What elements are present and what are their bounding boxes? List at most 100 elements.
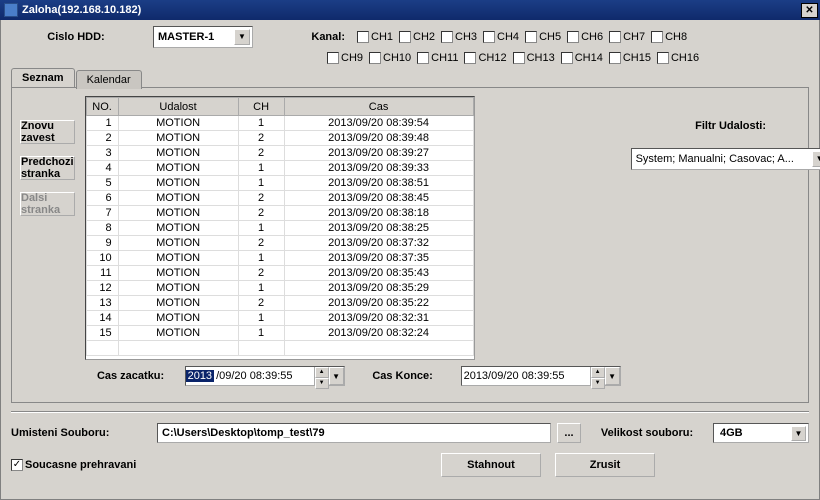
filter-select[interactable]: System; Manualni; Casovac; A... ▼: [631, 148, 820, 170]
cell-udalost: MOTION: [118, 326, 238, 341]
channel-ch9[interactable]: CH9: [327, 52, 363, 64]
checkbox-icon[interactable]: [609, 31, 621, 43]
file-size-select[interactable]: 4GB ▼: [713, 423, 809, 443]
cancel-button[interactable]: Zrusit: [555, 453, 655, 477]
tab-seznam[interactable]: Seznam: [11, 68, 75, 87]
tab-content: Znovu zavest Predchozi stranka Dalsi str…: [11, 87, 809, 403]
table-row[interactable]: 7MOTION22013/09/20 08:38:18: [86, 206, 473, 221]
event-table[interactable]: NO. Udalost CH Cas 1MOTION12013/09/20 08…: [85, 96, 475, 360]
channel-ch2[interactable]: CH2: [399, 31, 435, 43]
table-row[interactable]: 15MOTION12013/09/20 08:32:24: [86, 326, 473, 341]
start-time-input[interactable]: 2013 /09/20 08:39:55 ▲▼ ▼: [185, 366, 345, 386]
table-row[interactable]: 5MOTION12013/09/20 08:38:51: [86, 176, 473, 191]
chevron-down-icon[interactable]: ▼: [234, 29, 250, 45]
prev-page-button[interactable]: Predchozi stranka: [20, 156, 75, 180]
checkbox-icon[interactable]: [464, 52, 476, 64]
reload-button[interactable]: Znovu zavest: [20, 120, 75, 144]
checkbox-icon[interactable]: [327, 52, 339, 64]
hdd-select[interactable]: MASTER-1 ▼: [153, 26, 253, 48]
channel-ch15[interactable]: CH15: [609, 52, 651, 64]
channel-ch7[interactable]: CH7: [609, 31, 645, 43]
channel-ch6[interactable]: CH6: [567, 31, 603, 43]
channel-ch3[interactable]: CH3: [441, 31, 477, 43]
file-path-value: C:\Users\Desktop\tomp_test\79: [162, 427, 325, 439]
chevron-down-icon[interactable]: ▼: [329, 367, 344, 385]
channel-ch12[interactable]: CH12: [464, 52, 506, 64]
start-time-rest[interactable]: /09/20 08:39:55: [214, 370, 314, 382]
cell-no: 5: [86, 176, 118, 191]
cell-cas: 2013/09/20 08:39:33: [284, 161, 473, 176]
download-button[interactable]: Stahnout: [441, 453, 541, 477]
channel-ch13[interactable]: CH13: [513, 52, 555, 64]
file-location-row: Umisteni Souboru: C:\Users\Desktop\tomp_…: [11, 423, 809, 443]
channel-ch5[interactable]: CH5: [525, 31, 561, 43]
channel-ch4[interactable]: CH4: [483, 31, 519, 43]
cell-ch: 1: [238, 176, 284, 191]
end-time-spinner[interactable]: ▲▼: [590, 367, 605, 385]
end-time-input[interactable]: 2013/09/20 08:39:55 ▲▼ ▼: [461, 366, 621, 386]
col-ch[interactable]: CH: [238, 98, 284, 116]
close-button[interactable]: ✕: [801, 3, 818, 18]
col-cas[interactable]: Cas: [284, 98, 473, 116]
checkbox-icon[interactable]: [567, 31, 579, 43]
start-time-label: Cas zacatku:: [85, 370, 177, 382]
file-path-input[interactable]: C:\Users\Desktop\tomp_test\79: [157, 423, 551, 443]
window-body: Cislo HDD: MASTER-1 ▼ Kanal: CH1CH2CH3CH…: [0, 20, 820, 500]
browse-button[interactable]: ...: [557, 423, 581, 443]
checkbox-icon[interactable]: [651, 31, 663, 43]
channel-ch16[interactable]: CH16: [657, 52, 699, 64]
checkbox-icon[interactable]: [525, 31, 537, 43]
checkbox-icon[interactable]: [513, 52, 525, 64]
checkbox-icon[interactable]: [657, 52, 669, 64]
checkbox-icon[interactable]: [483, 31, 495, 43]
start-year-selected[interactable]: 2013: [186, 370, 214, 382]
filter-label: Filtr Udalosti:: [631, 120, 820, 132]
channel-ch14[interactable]: CH14: [561, 52, 603, 64]
checkbox-icon[interactable]: [441, 31, 453, 43]
table-row[interactable]: 13MOTION22013/09/20 08:35:22: [86, 296, 473, 311]
checkbox-icon[interactable]: [357, 31, 369, 43]
end-time-value[interactable]: 2013/09/20 08:39:55: [462, 370, 590, 382]
table-row[interactable]: 3MOTION22013/09/20 08:39:27: [86, 146, 473, 161]
table-row[interactable]: 6MOTION22013/09/20 08:38:45: [86, 191, 473, 206]
hdd-label: Cislo HDD:: [11, 31, 141, 43]
table-row[interactable]: 4MOTION12013/09/20 08:39:33: [86, 161, 473, 176]
cell-no: 11: [86, 266, 118, 281]
cell-ch: 2: [238, 146, 284, 161]
chevron-down-icon[interactable]: ▼: [812, 151, 820, 167]
checkbox-icon[interactable]: [561, 52, 573, 64]
cell-udalost: MOTION: [118, 236, 238, 251]
table-row[interactable]: 9MOTION22013/09/20 08:37:32: [86, 236, 473, 251]
table-row[interactable]: 10MOTION12013/09/20 08:37:35: [86, 251, 473, 266]
checkbox-icon[interactable]: [399, 31, 411, 43]
simultaneous-play-checkbox[interactable]: Soucasne prehravani: [11, 459, 136, 471]
channel-ch10[interactable]: CH10: [369, 52, 411, 64]
channel-row-2: CH9 CH10 CH11 CH12 CH13 CH14 CH15 CH16: [327, 52, 699, 64]
cell-cas: 2013/09/20 08:39:48: [284, 131, 473, 146]
cell-cas: 2013/09/20 08:37:32: [284, 236, 473, 251]
filter-value: System; Manualni; Casovac; A...: [636, 153, 812, 165]
chevron-down-icon[interactable]: ▼: [791, 426, 806, 441]
checkbox-icon[interactable]: [417, 52, 429, 64]
checkbox-icon[interactable]: [369, 52, 381, 64]
table-row[interactable]: 1MOTION12013/09/20 08:39:54: [86, 116, 473, 131]
col-udalost[interactable]: Udalost: [118, 98, 238, 116]
col-no[interactable]: NO.: [86, 98, 118, 116]
start-time-spinner[interactable]: ▲▼: [314, 367, 329, 385]
channel-ch8[interactable]: CH8: [651, 31, 687, 43]
table-row[interactable]: 14MOTION12013/09/20 08:32:31: [86, 311, 473, 326]
chevron-down-icon[interactable]: ▼: [605, 367, 620, 385]
checkbox-icon[interactable]: [609, 52, 621, 64]
kanal-label: Kanal:: [285, 31, 345, 43]
channel-ch11[interactable]: CH11: [417, 52, 458, 64]
channel-label: CH6: [581, 31, 603, 43]
channel-ch1[interactable]: CH1: [357, 31, 393, 43]
tab-kalendar[interactable]: Kalendar: [76, 70, 142, 89]
table-row[interactable]: 11MOTION22013/09/20 08:35:43: [86, 266, 473, 281]
cell-ch: 2: [238, 266, 284, 281]
file-location-label: Umisteni Souboru:: [11, 427, 151, 439]
table-row[interactable]: 12MOTION12013/09/20 08:35:29: [86, 281, 473, 296]
table-row[interactable]: 8MOTION12013/09/20 08:38:25: [86, 221, 473, 236]
checkbox-icon[interactable]: [11, 459, 23, 471]
table-row[interactable]: 2MOTION22013/09/20 08:39:48: [86, 131, 473, 146]
